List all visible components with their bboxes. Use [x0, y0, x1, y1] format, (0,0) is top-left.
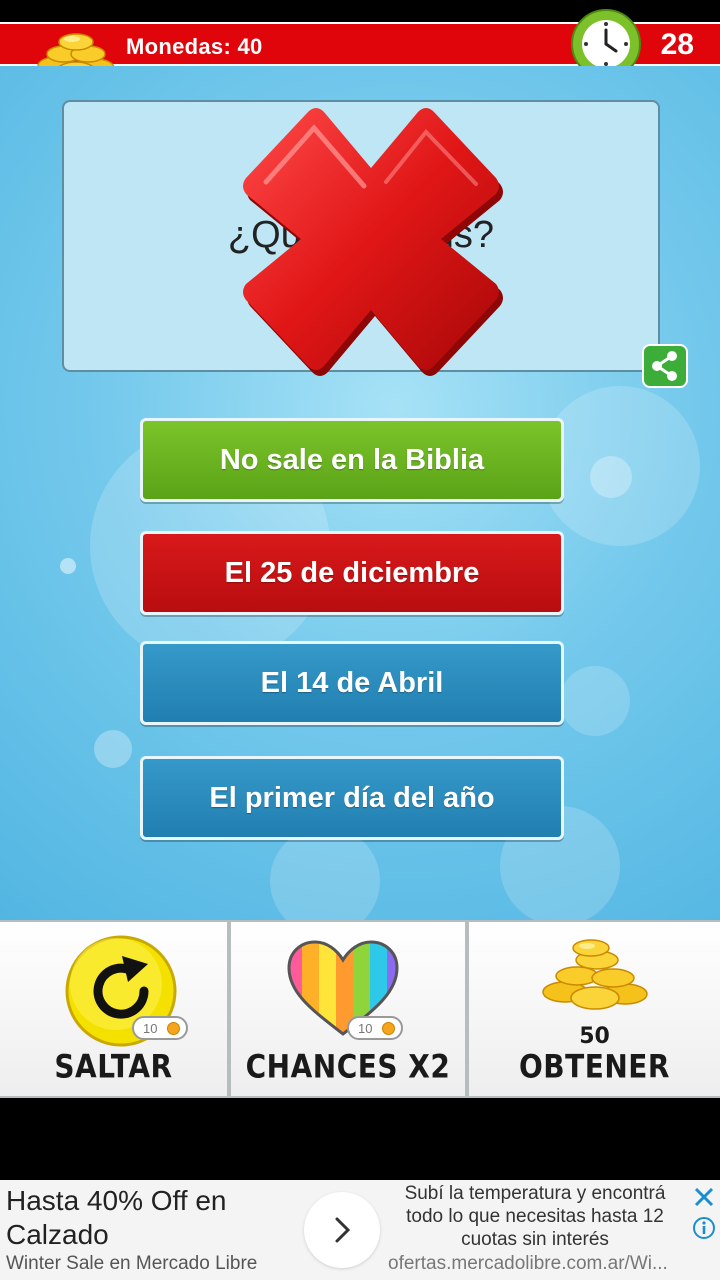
ad-subline: Winter Sale en Mercado Libre	[6, 1253, 258, 1274]
coin-stack-icon	[542, 939, 648, 1010]
wrong-x-icon	[243, 108, 503, 376]
bokeh-bubble	[270, 826, 380, 920]
ad-headline[interactable]: Hasta 40% Off en Calzado	[6, 1184, 296, 1252]
bokeh-bubble	[590, 456, 632, 498]
share-button[interactable]	[642, 344, 688, 388]
share-icon	[652, 351, 677, 381]
bokeh-bubble	[560, 666, 630, 736]
answer-option-wrong[interactable]: El 25 de diciembre	[140, 531, 564, 615]
ad-arrow-button[interactable]	[304, 1192, 380, 1268]
cost-badge: 10	[347, 1016, 403, 1040]
get-coins-label: OBTENER	[519, 1047, 670, 1086]
close-icon[interactable]	[692, 1185, 716, 1209]
bokeh-bubble	[94, 730, 132, 768]
coins-counter: Monedas: 40	[126, 34, 263, 59]
powerup-bar: 10 SALTAR 10 CHANCES X2 50 OBTENER	[0, 920, 720, 1098]
coin-icon	[382, 1022, 395, 1035]
timer-value: 28	[660, 28, 694, 61]
answer-option-correct[interactable]: No sale en la Biblia	[140, 418, 564, 502]
cost-badge: 10	[132, 1016, 188, 1040]
skip-label: SALTAR	[54, 1047, 173, 1086]
cost-value: 10	[358, 1020, 373, 1036]
cost-value: 10	[143, 1020, 158, 1036]
ad-url[interactable]: ofertas.mercadolibre.com.ar/Wi...	[388, 1253, 668, 1275]
coin-icon	[167, 1022, 180, 1035]
skip-button[interactable]: 10 SALTAR	[0, 922, 227, 1096]
chevron-right-icon	[335, 1217, 351, 1243]
ad-body: Subí la temperatura y encontrá todo lo q…	[404, 1183, 666, 1250]
black-band	[0, 1098, 720, 1180]
get-coins-amount: 50	[579, 1024, 610, 1049]
chances-label: CHANCES X2	[245, 1047, 451, 1086]
chances-x2-button[interactable]: 10 CHANCES X2	[231, 922, 465, 1096]
answer-option[interactable]: El primer día del año	[140, 756, 564, 840]
ad-banner[interactable]: Hasta 40% Off en Calzado Winter Sale en …	[0, 1180, 720, 1280]
answer-option[interactable]: El 14 de Abril	[140, 641, 564, 725]
bokeh-bubble	[60, 558, 76, 574]
get-coins-button[interactable]: 50 OBTENER	[469, 922, 720, 1096]
info-icon[interactable]	[692, 1216, 716, 1240]
